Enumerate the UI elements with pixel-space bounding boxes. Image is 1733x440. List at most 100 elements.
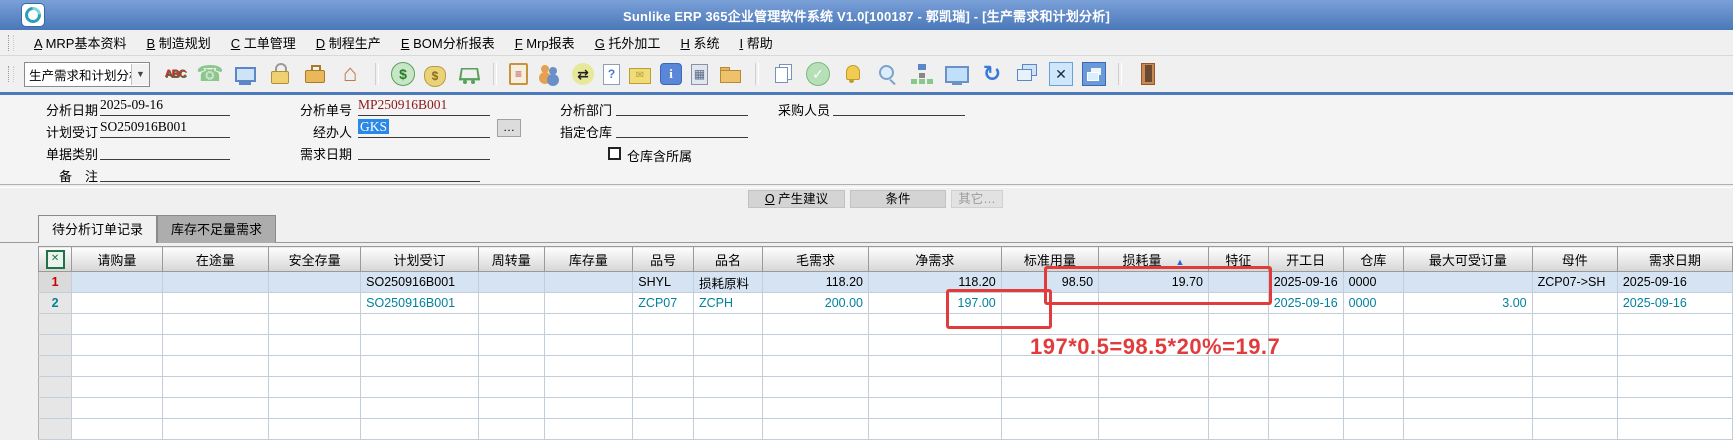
cell-item_no[interactable] (633, 314, 694, 335)
cell-net_demand[interactable] (869, 398, 1002, 419)
menu-item-I[interactable]: I 帮助 (729, 30, 782, 55)
cart-icon[interactable] (455, 61, 481, 87)
plan-order-field[interactable]: SO250916B001 (100, 119, 230, 138)
row-header[interactable]: 2 (39, 293, 72, 314)
menu-item-B[interactable]: B 制造规划 (136, 30, 220, 55)
folder-icon[interactable] (717, 61, 743, 87)
cell-demand_date[interactable] (1617, 356, 1732, 377)
menu-item-F[interactable]: F Mrp报表 (505, 30, 585, 55)
cell-req_qty[interactable] (72, 398, 163, 419)
warehouse-include-checkbox[interactable] (608, 147, 621, 160)
grid-row-1[interactable]: 1SO250916B001SHYL损耗原料118.20118.2098.5019… (39, 272, 1733, 293)
lock-icon[interactable] (267, 61, 293, 87)
cell-req_qty[interactable] (72, 272, 163, 293)
cell-warehouse[interactable]: 0000 (1343, 272, 1403, 293)
col-header-warehouse[interactable]: 仓库 (1343, 247, 1403, 272)
cell-turnover_qty[interactable] (478, 335, 544, 356)
condition-button[interactable]: 条件 (850, 190, 946, 208)
cell-stock_qty[interactable] (544, 272, 633, 293)
menu-item-H[interactable]: H 系统 (670, 30, 729, 55)
cell-plan_order[interactable]: SO250916B001 (361, 293, 479, 314)
cell-turnover_qty[interactable] (478, 272, 544, 293)
operator-browse-button[interactable]: … (497, 119, 521, 137)
cell-std_usage[interactable] (1001, 377, 1098, 398)
cell-parent_item[interactable] (1532, 377, 1617, 398)
cell-net_demand[interactable] (869, 335, 1002, 356)
other-button[interactable]: 其它… (951, 190, 1003, 208)
cell-plan_order[interactable] (361, 419, 479, 440)
row-header[interactable] (39, 335, 72, 356)
cell-max_orderable[interactable] (1404, 419, 1533, 440)
cell-parent_item[interactable] (1532, 398, 1617, 419)
toolbar-grip-handle[interactable] (8, 66, 14, 82)
cell-plan_order[interactable] (361, 314, 479, 335)
cell-start_date[interactable] (1268, 419, 1343, 440)
generate-suggestion-button[interactable]: O 产生建议 (748, 190, 845, 208)
cell-stock_qty[interactable] (544, 377, 633, 398)
home-icon[interactable]: ⌂ (337, 61, 363, 87)
demand-date-field[interactable] (358, 141, 490, 160)
cell-feature[interactable] (1208, 314, 1268, 335)
cell-demand_date[interactable] (1617, 419, 1732, 440)
cell-item_name[interactable] (693, 335, 762, 356)
cell-safety_stock[interactable] (269, 398, 361, 419)
money-bag-icon[interactable]: $ (424, 66, 446, 87)
computer-icon[interactable] (232, 61, 258, 87)
menu-item-G[interactable]: G 托外加工 (585, 30, 671, 55)
menu-item-E[interactable]: E BOM分析报表 (391, 30, 505, 55)
cell-item_no[interactable] (633, 398, 694, 419)
cell-loss_qty[interactable] (1099, 314, 1209, 335)
cell-max_orderable[interactable] (1404, 272, 1533, 293)
cell-stock_qty[interactable] (544, 293, 633, 314)
col-header-safety_stock[interactable]: 安全存量 (269, 247, 361, 272)
cell-demand_date[interactable] (1617, 398, 1732, 419)
cell-max_orderable[interactable] (1404, 356, 1533, 377)
cell-turnover_qty[interactable] (478, 293, 544, 314)
cell-parent_item[interactable] (1532, 335, 1617, 356)
cell-max_orderable[interactable]: 3.00 (1404, 293, 1533, 314)
cell-req_qty[interactable] (72, 419, 163, 440)
cell-safety_stock[interactable] (269, 293, 361, 314)
cell-gross_demand[interactable] (762, 335, 868, 356)
cell-net_demand[interactable] (869, 419, 1002, 440)
col-header-plan_order[interactable]: 计划受订 (361, 247, 479, 272)
calculator-icon[interactable]: ▦ (691, 64, 708, 85)
cell-item_no[interactable] (633, 377, 694, 398)
purchaser-field[interactable] (833, 97, 965, 116)
cell-parent_item[interactable] (1532, 419, 1617, 440)
check-icon[interactable]: ✓ (806, 62, 830, 86)
cell-item_name[interactable]: 损耗原料 (693, 272, 762, 293)
cell-demand_date[interactable] (1617, 377, 1732, 398)
cell-item_name[interactable]: ZCPH (693, 293, 762, 314)
cell-start_date[interactable] (1268, 398, 1343, 419)
info-icon[interactable]: i (660, 63, 682, 85)
cell-transit_qty[interactable] (162, 335, 269, 356)
cell-plan_order[interactable] (361, 398, 479, 419)
cell-std_usage[interactable] (1001, 398, 1098, 419)
row-header[interactable] (39, 398, 72, 419)
grid-corner-cell[interactable]: ✕ (39, 247, 72, 272)
col-header-item_name[interactable]: 品名 (693, 247, 762, 272)
cell-req_qty[interactable] (72, 314, 163, 335)
cell-item_no[interactable]: ZCP07 (633, 293, 694, 314)
sitemap-icon[interactable] (909, 61, 935, 87)
cell-req_qty[interactable] (72, 377, 163, 398)
cell-transit_qty[interactable] (162, 356, 269, 377)
doc-type-field[interactable] (100, 141, 230, 160)
dollar-coin-icon[interactable]: $ (391, 62, 415, 86)
cell-max_orderable[interactable] (1404, 398, 1533, 419)
operator-field[interactable]: GKS (358, 119, 490, 138)
grid-row-empty[interactable] (39, 377, 1733, 398)
col-header-parent_item[interactable]: 母件 (1532, 247, 1617, 272)
cell-item_name[interactable] (693, 314, 762, 335)
cell-stock_qty[interactable] (544, 398, 633, 419)
col-header-demand_date[interactable]: 需求日期 (1617, 247, 1732, 272)
cell-max_orderable[interactable] (1404, 314, 1533, 335)
cell-transit_qty[interactable] (162, 314, 269, 335)
cell-plan_order[interactable] (361, 335, 479, 356)
cell-plan_order[interactable] (361, 377, 479, 398)
cell-feature[interactable] (1208, 398, 1268, 419)
cell-transit_qty[interactable] (162, 272, 269, 293)
users-icon[interactable] (537, 61, 563, 87)
cell-req_qty[interactable] (72, 335, 163, 356)
